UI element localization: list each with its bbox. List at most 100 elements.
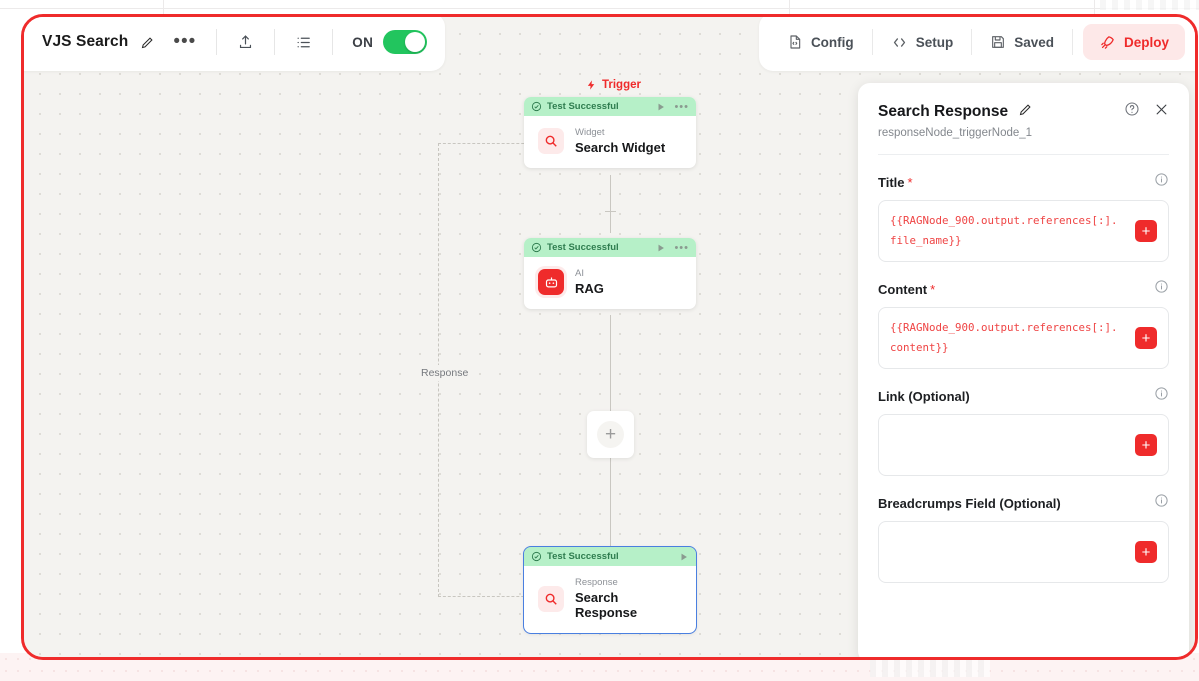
node-status-text: Test Successful — [547, 101, 619, 112]
response-edge-label: Response — [416, 365, 474, 381]
node-menu-icon[interactable]: ••• — [674, 101, 689, 112]
rocket-icon — [1101, 35, 1114, 49]
play-icon[interactable] — [656, 102, 666, 112]
field-input-title[interactable]: {{RAGNode_900.output.references[:].file_… — [878, 200, 1169, 262]
required-marker: * — [907, 174, 913, 190]
node-name: Search Response — [575, 590, 638, 620]
node-status-bar: Test Successful — [524, 547, 696, 566]
field-label: Title — [878, 174, 905, 190]
properties-panel: Search Response responseNode_triggerNode… — [858, 83, 1189, 657]
deploy-button[interactable]: Deploy — [1082, 24, 1185, 60]
code-brackets-icon — [893, 37, 905, 47]
check-circle-icon — [531, 242, 542, 253]
toolbar-left-group: VJS Search ••• ON — [24, 17, 446, 71]
config-label: Config — [810, 34, 854, 50]
field-label: Content — [878, 281, 928, 297]
help-circle-icon[interactable] — [1124, 101, 1140, 122]
flow-node-search-response[interactable]: Test Successful Response Search Response — [523, 546, 697, 634]
info-circle-icon[interactable] — [1154, 386, 1169, 406]
edge-rag-to-add — [610, 315, 612, 413]
node-name: Search Widget — [575, 140, 666, 155]
pencil-icon[interactable] — [1018, 102, 1033, 122]
field-link: Link (Optional) + — [878, 386, 1169, 476]
enabled-label: ON — [352, 34, 374, 50]
add-variable-button[interactable]: + — [1135, 327, 1157, 349]
robot-icon — [538, 269, 564, 295]
add-variable-button[interactable]: + — [1135, 541, 1157, 563]
play-icon[interactable] — [679, 552, 689, 562]
node-status-text: Test Successful — [547, 242, 619, 253]
check-circle-icon — [531, 551, 542, 562]
more-options-button[interactable]: ••• — [173, 32, 196, 51]
list-icon[interactable] — [295, 34, 312, 51]
trigger-label: Trigger — [586, 79, 641, 91]
deploy-label: Deploy — [1123, 34, 1169, 50]
play-icon[interactable] — [656, 243, 666, 253]
node-kicker: Response — [575, 577, 618, 588]
field-title: Title * {{RAGNode_900.output.references[… — [878, 172, 1169, 262]
info-circle-icon[interactable] — [1154, 493, 1169, 513]
saved-label: Saved — [1014, 34, 1054, 50]
add-variable-button[interactable]: + — [1135, 220, 1157, 242]
add-variable-button[interactable]: + — [1135, 434, 1157, 456]
panel-title: Search Response — [878, 102, 1009, 120]
add-node-button[interactable]: + — [587, 411, 634, 458]
field-label-row: Content * — [878, 279, 1169, 299]
node-status-text: Test Successful — [547, 551, 619, 562]
edge-add-to-response — [610, 457, 612, 549]
edge-tick — [605, 211, 616, 213]
search-icon — [538, 585, 564, 612]
panel-header: Search Response responseNode_triggerNode… — [858, 83, 1189, 139]
field-breadcrumps: Breadcrumps Field (Optional) + — [878, 493, 1169, 583]
info-circle-icon[interactable] — [1154, 279, 1169, 299]
node-body: Response Search Response — [524, 566, 696, 633]
toolbar-right-group: Config Setup Saved Deploy — [758, 17, 1195, 71]
lightning-icon — [587, 80, 595, 90]
workflow-builder-window: Response Trigger Test Successful ••• Wid… — [21, 14, 1198, 660]
plus-icon: + — [597, 421, 624, 448]
flow-node-search-widget[interactable]: Test Successful ••• Widget Search Widget — [524, 97, 696, 168]
panel-subtitle: responseNode_triggerNode_1 — [878, 127, 1033, 139]
flow-node-rag[interactable]: Test Successful ••• AI RAG — [524, 238, 696, 309]
field-label-row: Breadcrumps Field (Optional) — [878, 493, 1169, 513]
node-text-group: Response Search Response — [575, 577, 684, 620]
node-menu-icon[interactable]: ••• — [674, 242, 689, 253]
panel-header-actions — [1124, 101, 1169, 122]
pencil-icon[interactable] — [140, 35, 155, 50]
field-label: Breadcrumps Field (Optional) — [878, 495, 1061, 511]
toggle-knob — [405, 32, 426, 52]
upload-icon[interactable] — [237, 34, 254, 51]
enable-toggle[interactable] — [383, 30, 428, 54]
node-body: AI RAG — [524, 257, 696, 309]
node-status-bar: Test Successful ••• — [524, 97, 696, 116]
node-kicker: Widget — [575, 127, 605, 138]
panel-divider — [878, 154, 1169, 155]
node-status-bar: Test Successful ••• — [524, 238, 696, 257]
field-label: Link (Optional) — [878, 388, 970, 404]
trigger-label-text: Trigger — [602, 79, 641, 91]
node-kicker: AI — [575, 268, 584, 279]
field-input-breadcrumps[interactable]: + — [878, 521, 1169, 583]
panel-title-row: Search Response — [878, 101, 1169, 122]
field-input-link[interactable]: + — [878, 414, 1169, 476]
field-input-content[interactable]: {{RAGNode_900.output.references[:].conte… — [878, 307, 1169, 369]
setup-button[interactable]: Setup — [873, 25, 972, 59]
field-label-row: Title * — [878, 172, 1169, 192]
close-icon[interactable] — [1154, 102, 1169, 122]
code-file-icon — [790, 35, 801, 49]
required-marker: * — [930, 281, 936, 297]
backdrop-swatch — [1100, 0, 1199, 10]
saved-button[interactable]: Saved — [972, 25, 1072, 59]
edge-widget-to-rag — [610, 175, 612, 233]
node-text-group: AI RAG — [575, 268, 604, 296]
setup-label: Setup — [915, 34, 954, 50]
node-body: Widget Search Widget — [524, 116, 696, 168]
workflow-title: VJS Search — [42, 33, 129, 50]
panel-body: Title * {{RAGNode_900.output.references[… — [858, 172, 1189, 583]
info-circle-icon[interactable] — [1154, 172, 1169, 192]
config-button[interactable]: Config — [769, 25, 872, 59]
field-value: {{RAGNode_900.output.references[:].conte… — [890, 321, 1118, 354]
field-content: Content * {{RAGNode_900.output.reference… — [878, 279, 1169, 369]
backdrop-divider — [0, 8, 1199, 9]
node-text-group: Widget Search Widget — [575, 127, 665, 155]
